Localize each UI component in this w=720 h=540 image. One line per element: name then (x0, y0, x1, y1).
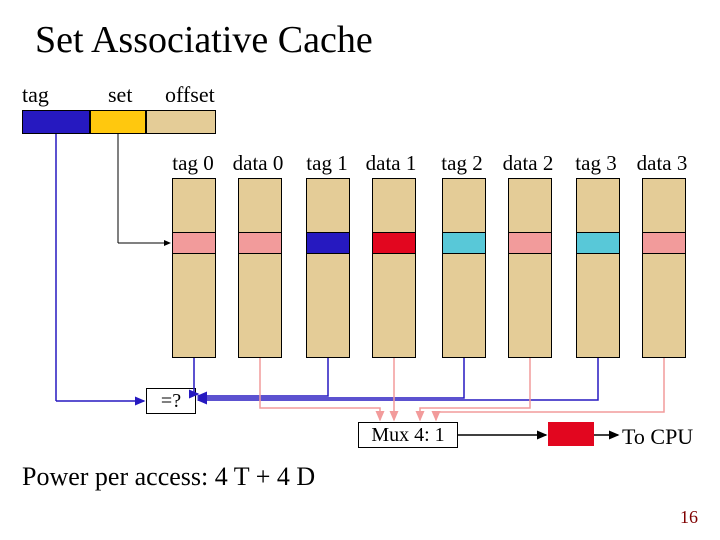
to-cpu-label: To CPU (622, 424, 693, 450)
col-label-data0: data 0 (228, 151, 288, 176)
cache-col-data3 (642, 178, 686, 358)
cache-col-data0 (238, 178, 282, 358)
comparator: =? (146, 388, 196, 414)
addr-label-tag: tag (22, 82, 49, 108)
sel-tag3 (576, 232, 620, 254)
addr-field-set (90, 110, 146, 134)
mux-4to1: Mux 4: 1 (358, 422, 458, 448)
col-label-data1: data 1 (361, 151, 421, 176)
col-label-tag0: tag 0 (163, 151, 223, 176)
addr-label-offset: offset (165, 82, 215, 108)
col-label-tag2: tag 2 (432, 151, 492, 176)
col-label-tag1: tag 1 (297, 151, 357, 176)
col-label-tag3: tag 3 (566, 151, 626, 176)
cache-col-data2 (508, 178, 552, 358)
sel-data3 (642, 232, 686, 254)
col-label-data3: data 3 (632, 151, 692, 176)
sel-tag2 (442, 232, 486, 254)
cache-col-tag3 (576, 178, 620, 358)
slide-number: 16 (680, 507, 698, 528)
power-text: Power per access: 4 T + 4 D (22, 462, 315, 492)
slide-title: Set Associative Cache (35, 18, 373, 62)
cache-col-tag1 (306, 178, 350, 358)
cache-col-data1 (372, 178, 416, 358)
cache-col-tag0 (172, 178, 216, 358)
sel-data1 (372, 232, 416, 254)
sel-tag0 (172, 232, 216, 254)
mux-output-box (548, 422, 594, 446)
addr-field-tag (22, 110, 90, 134)
cache-col-tag2 (442, 178, 486, 358)
sel-data2 (508, 232, 552, 254)
sel-tag1 (306, 232, 350, 254)
addr-field-offset (146, 110, 216, 134)
col-label-data2: data 2 (498, 151, 558, 176)
sel-data0 (238, 232, 282, 254)
addr-label-set: set (108, 82, 132, 108)
